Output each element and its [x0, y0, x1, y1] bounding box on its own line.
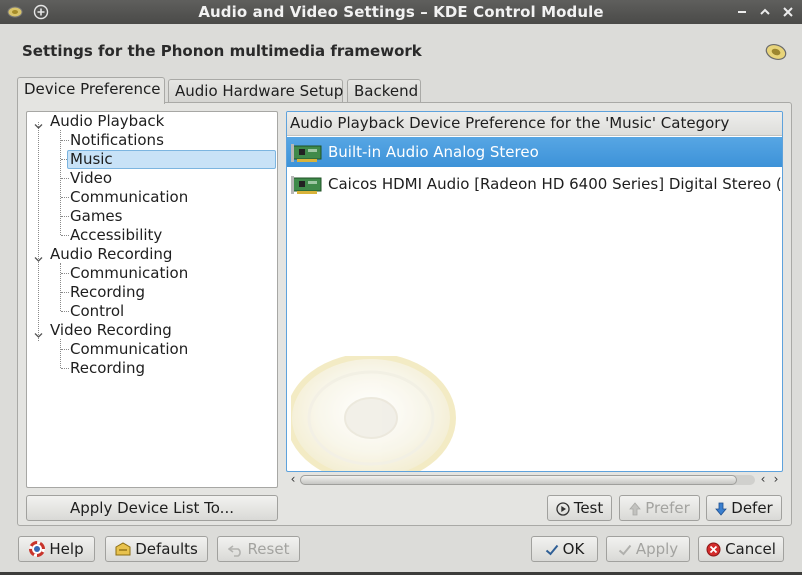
ok-button[interactable]: OK [531, 536, 598, 562]
device-list-header: Audio Playback Device Preference for the… [287, 112, 782, 136]
tree-guide [61, 311, 69, 312]
tree-item-communication[interactable]: Communication [70, 340, 188, 359]
chevron-down-icon[interactable] [34, 250, 43, 262]
apply-device-list-label: Apply Device List To... [69, 499, 234, 517]
tree-item-games[interactable]: Games [70, 207, 122, 226]
prefer-button[interactable]: Prefer [619, 495, 700, 521]
help-lifebuoy-icon [29, 540, 46, 564]
tree-item-notifications[interactable]: Notifications [70, 131, 164, 150]
tree-guide [61, 349, 69, 350]
device-label: Caicos HDMI Audio [Radeon HD 6400 Series… [328, 175, 783, 193]
tree-item-communication[interactable]: Communication [70, 264, 188, 283]
speaker-watermark-icon [291, 356, 456, 471]
apply-device-list-button[interactable]: Apply Device List To... [26, 495, 278, 521]
test-button[interactable]: Test [547, 495, 612, 521]
reset-button[interactable]: Reset [217, 536, 300, 562]
defaults-label: Defaults [135, 540, 198, 558]
tree-guide [61, 178, 69, 179]
close-icon[interactable] [779, 3, 797, 21]
scroll-left-icon[interactable]: ‹ [756, 472, 770, 488]
tab-backend-label: Backend [354, 82, 419, 100]
tree-item-recording[interactable]: Recording [70, 359, 145, 378]
arrow-up-icon [629, 499, 642, 523]
device-list-hscrollbar[interactable]: ‹ ‹ › [286, 472, 783, 488]
test-label: Test [573, 499, 604, 517]
tree-category-audio-playback[interactable]: Audio Playback [50, 112, 164, 131]
tree-guide [61, 292, 69, 293]
apply-label: Apply [635, 540, 679, 558]
defaults-button[interactable]: Defaults [105, 536, 208, 562]
help-label: Help [49, 540, 84, 558]
cancel-icon [706, 540, 721, 564]
defaults-icon [115, 540, 131, 564]
defer-button[interactable]: Defer [706, 495, 782, 521]
chevron-down-icon[interactable] [34, 117, 43, 129]
sound-card-icon [291, 175, 323, 195]
prefer-label: Prefer [645, 499, 690, 517]
tree-item-recording[interactable]: Recording [70, 283, 145, 302]
undo-icon [227, 540, 244, 564]
phonon-speaker-icon [764, 42, 788, 62]
defer-label: Defer [731, 499, 773, 517]
title-bar[interactable]: Audio and Video Settings – KDE Control M… [0, 0, 802, 24]
page-title: Settings for the Phonon multimedia frame… [22, 42, 422, 60]
chevron-down-icon[interactable] [34, 326, 43, 338]
device-row[interactable]: Built-in Audio Analog Stereo [287, 137, 782, 167]
tab-audio-hardware-setup[interactable]: Audio Hardware Setup [168, 79, 343, 103]
tree-item-accessibility[interactable]: Accessibility [70, 226, 162, 245]
checkmark-icon [618, 540, 632, 564]
tab-audio-hardware-setup-label: Audio Hardware Setup [175, 82, 344, 100]
play-icon [556, 499, 570, 523]
tree-item-music[interactable]: Music [67, 150, 276, 169]
tree-guide [61, 197, 69, 198]
arrow-down-icon [715, 499, 728, 523]
window-title: Audio and Video Settings – KDE Control M… [198, 3, 604, 21]
device-label: Built-in Audio Analog Stereo [328, 143, 539, 161]
tree-guide [38, 122, 39, 341]
tab-device-preference-label: Device Preference [24, 80, 161, 98]
reset-label: Reset [247, 540, 290, 558]
tab-backend[interactable]: Backend [347, 79, 421, 103]
tree-item-communication[interactable]: Communication [70, 188, 188, 207]
cancel-button[interactable]: Cancel [698, 536, 784, 562]
tree-item-control[interactable]: Control [70, 302, 124, 321]
tab-device-preference[interactable]: Device Preference [17, 77, 165, 104]
tree-category-audio-recording[interactable]: Audio Recording [50, 245, 172, 264]
tree-guide [60, 263, 61, 311]
category-tree[interactable]: Audio Playback Notifications Music Video… [26, 111, 278, 488]
tree-guide [61, 235, 69, 236]
tree-guide [60, 339, 61, 368]
maximize-icon[interactable] [756, 3, 774, 21]
scroll-left-icon[interactable]: ‹ [286, 472, 300, 488]
cancel-label: Cancel [725, 540, 776, 558]
checkmark-icon [545, 540, 559, 564]
minimize-icon[interactable] [733, 3, 751, 21]
tree-guide [61, 368, 69, 369]
tree-guide [60, 130, 61, 235]
sound-card-icon [291, 143, 323, 163]
device-preference-list[interactable]: Audio Playback Device Preference for the… [286, 111, 783, 472]
help-button[interactable]: Help [18, 536, 95, 562]
scroll-right-icon[interactable]: › [769, 472, 783, 488]
tree-category-video-recording[interactable]: Video Recording [50, 321, 172, 340]
tree-guide [61, 216, 69, 217]
ok-label: OK [562, 540, 585, 558]
scrollbar-thumb[interactable] [300, 475, 737, 485]
device-row[interactable]: Caicos HDMI Audio [Radeon HD 6400 Series… [287, 169, 782, 199]
tree-guide [61, 273, 69, 274]
tree-item-video[interactable]: Video [70, 169, 112, 188]
tree-guide [61, 140, 69, 141]
apply-button[interactable]: Apply [606, 536, 690, 562]
scrollbar-track[interactable] [300, 475, 755, 485]
